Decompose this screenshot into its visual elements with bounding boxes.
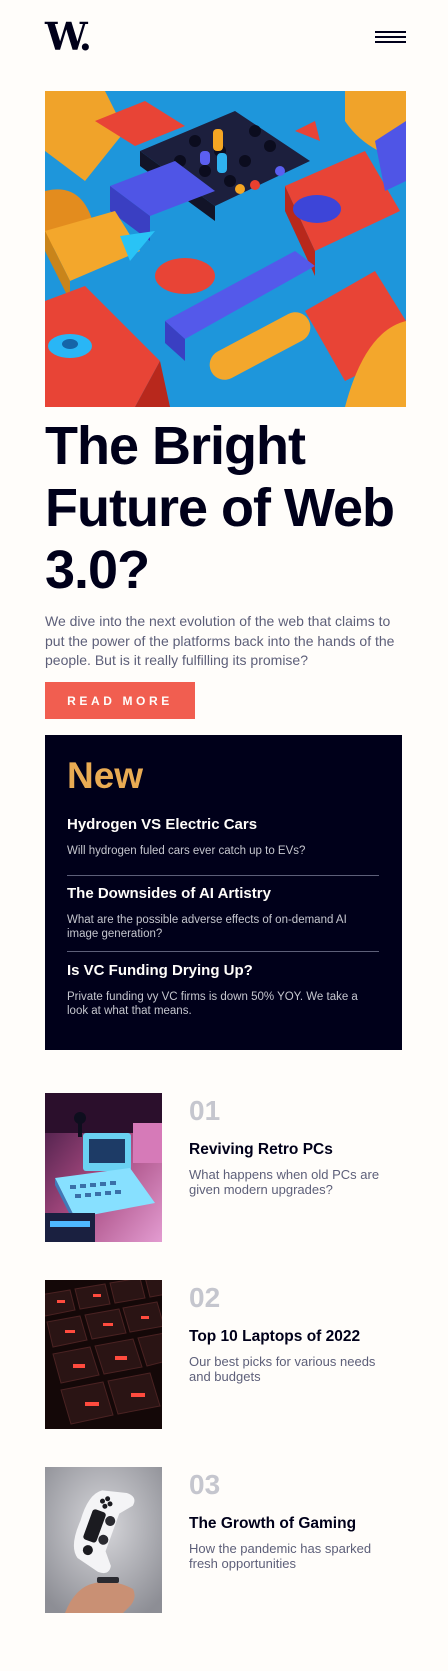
new-item: Hydrogen VS Electric Cars Will hydrogen …	[67, 815, 379, 858]
article-card: 01 Reviving Retro PCs What happens when …	[45, 1093, 406, 1243]
hero-description: We dive into the next evolution of the w…	[45, 613, 395, 668]
article-title[interactable]: Reviving Retro PCs	[189, 1140, 409, 1160]
new-item-title[interactable]: The Downsides of AI Artistry	[67, 884, 379, 904]
site-logo[interactable]: W.	[45, 18, 92, 56]
menu-bar	[375, 41, 406, 43]
new-item-description: Will hydrogen fuled cars ever catch up t…	[67, 845, 306, 857]
article-number: 01	[189, 1095, 221, 1126]
divider	[67, 875, 379, 876]
new-item: Is VC Funding Drying Up? Private funding…	[67, 961, 379, 1018]
article-description: How the pandemic has sparked fresh oppor…	[189, 1541, 372, 1571]
new-item-description: Private funding vy VC firms is down 50% …	[67, 991, 358, 1017]
article-title[interactable]: Top 10 Laptops of 2022	[189, 1327, 409, 1347]
menu-bar	[375, 31, 406, 33]
site-header: W.	[45, 18, 406, 56]
new-articles-panel: New Hydrogen VS Electric Cars Will hydro…	[45, 735, 402, 1050]
article-card: 02 Top 10 Laptops of 2022 Our best picks…	[45, 1280, 406, 1430]
article-number: 03	[189, 1469, 221, 1500]
hamburger-menu-icon[interactable]	[375, 31, 406, 45]
new-item-title[interactable]: Hydrogen VS Electric Cars	[67, 815, 379, 835]
hero-title: The Bright Future of Web 3.0?	[45, 416, 395, 600]
divider	[67, 951, 379, 952]
menu-bar	[375, 36, 406, 38]
article-description: Our best picks for various needs and bud…	[189, 1354, 376, 1384]
article-card: 03 The Growth of Gaming How the pandemic…	[45, 1467, 406, 1617]
game-controller-image[interactable]	[45, 1467, 162, 1613]
article-title[interactable]: The Growth of Gaming	[189, 1514, 409, 1534]
article-number: 02	[189, 1282, 221, 1313]
new-item: The Downsides of AI Artistry What are th…	[67, 884, 379, 941]
article-description: What happens when old PCs are given mode…	[189, 1167, 380, 1197]
hero-image	[45, 91, 406, 407]
new-item-title[interactable]: Is VC Funding Drying Up?	[67, 961, 379, 981]
new-item-description: What are the possible adverse effects of…	[67, 914, 347, 940]
new-heading: New	[67, 755, 144, 796]
laptop-keyboard-image[interactable]	[45, 1280, 162, 1429]
read-more-button[interactable]: READ MORE	[45, 682, 195, 719]
retro-pc-image[interactable]	[45, 1093, 162, 1242]
